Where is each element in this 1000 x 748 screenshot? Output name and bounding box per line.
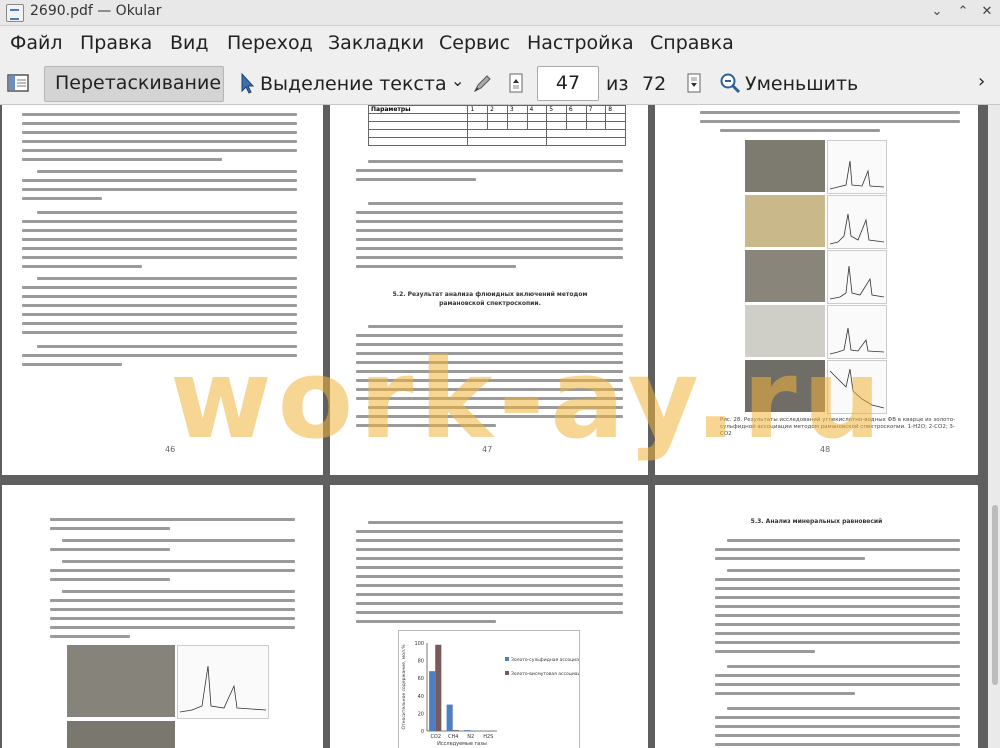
page-51: 5.3. Анализ минеральных равновесий: [655, 485, 978, 748]
spectrum-a: [827, 140, 887, 194]
chevron-down-icon[interactable]: ⌄: [451, 71, 464, 90]
document-viewer[interactable]: 4 6 Параметры 1 2 3 4 5 6 7 8 5.2. Резуль…: [0, 105, 1000, 748]
chart-y-tick-label: 20: [418, 711, 424, 717]
chart-y-tick-label: 60: [418, 676, 424, 682]
zoom-out-icon: [720, 73, 741, 94]
page-50: 100 80 60 40 20 0 CO2 CH4 N2 H2S Исследуемые газы О…: [330, 485, 648, 748]
chart-y-axis-label: Относительное содержание, мол.%: [401, 644, 407, 730]
chart-x-tick-label: CO2: [430, 734, 441, 740]
maximize-icon[interactable]: ⌃: [954, 3, 972, 21]
menu-file[interactable]: Файл: [10, 32, 63, 54]
chart-legend-label: Золото-висмутовая ассоциация: [511, 671, 579, 677]
main-toolbar: Перетаскивание Выделение текста ⌄ из 72 …: [0, 62, 1000, 105]
chart-y-tick-label: 100: [414, 641, 424, 647]
chart-y-tick-label: 40: [418, 694, 424, 700]
menu-help[interactable]: Справка: [650, 32, 734, 54]
page-47-section-heading: 5.2. Результат анализа флюидных включени…: [392, 291, 588, 307]
previous-page-icon[interactable]: [505, 72, 527, 94]
cursor-arrow-icon: [241, 72, 255, 94]
chart-bar: [481, 731, 488, 732]
table-header-cell: 6: [565, 105, 587, 114]
microphoto-c: [745, 250, 825, 302]
select-text-tool-button[interactable]: Выделение текста: [260, 73, 447, 95]
page-49: [2, 485, 323, 748]
chart-x-tick-label: H2S: [483, 734, 493, 740]
title-bar: 2690.pdf — Okular ⌄ ⌃ ✕: [0, 0, 1000, 26]
microphoto-b: [745, 195, 825, 247]
chart-bar: [452, 730, 459, 731]
chart-legend-swatch: [505, 671, 509, 675]
chart-x-tick-label: CH4: [448, 734, 458, 740]
chart-bar: [435, 644, 442, 731]
scrollbar-thumb[interactable]: [992, 505, 998, 685]
table-header-cell: 8: [605, 105, 626, 114]
page-number-input[interactable]: 47: [537, 66, 599, 101]
sidebar-toggle-icon[interactable]: [7, 72, 29, 94]
annotate-pen-icon[interactable]: [472, 72, 494, 94]
browse-tool-button[interactable]: Перетаскивание: [44, 66, 224, 102]
table-header-cell: 1: [467, 105, 489, 114]
table-header-cell: 3: [506, 105, 528, 114]
chart-x-axis-label: Исследуемые газы: [437, 741, 487, 747]
menu-go[interactable]: Переход: [227, 32, 313, 54]
close-icon[interactable]: ✕: [978, 3, 996, 21]
page-of-label: из: [606, 73, 629, 95]
chart-bar: [446, 704, 453, 731]
chart-legend-swatch: [505, 657, 509, 661]
menu-settings[interactable]: Настройка: [527, 32, 634, 54]
table-header-cell: 7: [585, 105, 607, 114]
chart-legend-label: Золото-сульфидная ассоциация: [511, 657, 579, 663]
zoom-out-button[interactable]: Уменьшить: [745, 73, 858, 95]
gas-composition-chart: 100 80 60 40 20 0 CO2 CH4 N2 H2S Исследуемые газы О…: [398, 630, 588, 748]
spectrum-b: [827, 195, 887, 249]
gas-composition-chart-svg: 100 80 60 40 20 0 CO2 CH4 N2 H2SИсследуемые газы О…: [401, 641, 588, 747]
chart-bar: [487, 731, 494, 732]
chart-y-tick-label: 80: [418, 659, 424, 665]
parameters-table: Параметры 1 2 3 4 5 6 7 8: [367, 105, 626, 146]
page-total: 72: [642, 73, 667, 95]
page-51-section-heading: 5.3. Анализ минеральных равновесий: [750, 518, 883, 525]
menu-edit[interactable]: Правка: [80, 32, 152, 54]
menu-view[interactable]: Вид: [170, 32, 209, 54]
browse-tool-label: Перетаскивание: [55, 72, 222, 94]
watermark-text: work-ay.ru: [170, 335, 888, 463]
window-title: 2690.pdf — Okular: [30, 3, 162, 19]
menu-tools[interactable]: Сервис: [439, 32, 510, 54]
spectrum-f: [177, 645, 269, 719]
toolbar-overflow-chevron-icon[interactable]: ›: [978, 71, 985, 92]
chart-y-tick-label: 0: [421, 729, 424, 735]
table-header-cell: Параметры: [367, 105, 469, 114]
microphoto-g: [67, 721, 175, 748]
chart-x-tick-label: N2: [467, 734, 474, 740]
menu-bar: Файл Правка Вид Переход Закладки Сервис …: [0, 26, 1000, 62]
chart-bar: [464, 730, 471, 731]
chart-bar: [429, 671, 436, 731]
minimize-icon[interactable]: ⌄: [928, 3, 946, 21]
spectrum-c: [827, 250, 887, 304]
okular-app-icon: [6, 4, 24, 22]
microphoto-f: [67, 645, 175, 717]
vertical-scrollbar[interactable]: [988, 105, 1000, 748]
next-page-icon[interactable]: [683, 72, 705, 94]
table-header-cell: 2: [487, 105, 508, 114]
chart-bar: [470, 731, 477, 732]
table-header-cell: 5: [546, 105, 567, 114]
menu-bookmarks[interactable]: Закладки: [328, 32, 424, 54]
microphoto-a: [745, 140, 825, 192]
table-header-cell: 4: [526, 105, 548, 114]
